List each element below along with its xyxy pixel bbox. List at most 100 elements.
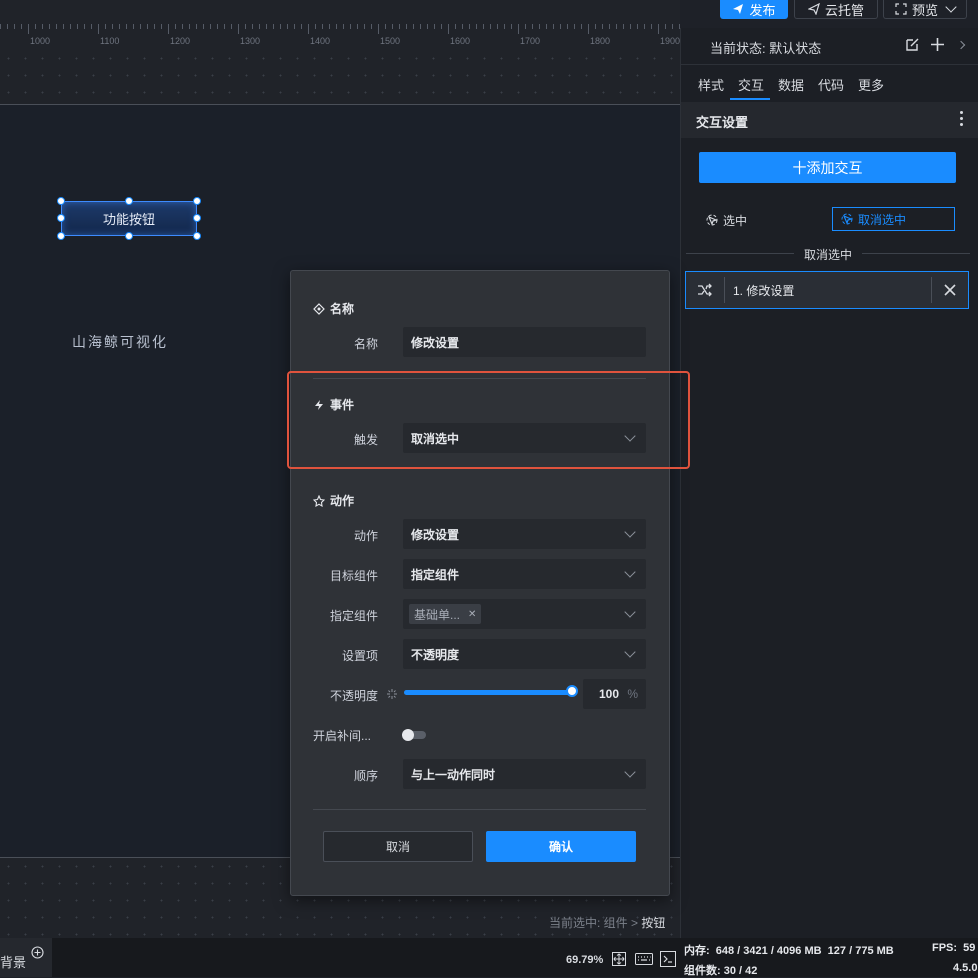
resize-handle[interactable] xyxy=(125,232,133,240)
ruler-tick xyxy=(112,24,113,29)
opacity-slider-thumb[interactable] xyxy=(566,685,578,697)
ruler-tick xyxy=(161,24,162,29)
keyboard-icon[interactable] xyxy=(635,953,653,965)
trigger-deselected-label: 取消选中 xyxy=(858,212,907,227)
ruler-tick xyxy=(28,24,29,34)
target-select[interactable]: 指定组件 xyxy=(403,559,646,589)
publish-button[interactable]: 发布 xyxy=(720,0,788,19)
opacity-number-value: 100 xyxy=(599,687,620,701)
ruler-tick xyxy=(147,24,148,29)
ruler-tick xyxy=(623,24,624,29)
terminal-icon[interactable] xyxy=(660,951,676,967)
ruler-tick xyxy=(427,24,428,29)
fit-screen-icon[interactable] xyxy=(611,951,627,967)
dialog-footer-divider xyxy=(313,809,646,810)
tab-3[interactable]: 代码 xyxy=(818,75,844,94)
item-separator xyxy=(724,277,725,303)
tab-1[interactable]: 交互 xyxy=(738,75,764,94)
confirm-button[interactable]: 确认 xyxy=(486,831,636,862)
preview-label: 预览 xyxy=(911,2,938,18)
setting-label: 设置项 xyxy=(341,649,378,663)
ruler-tick-label: 1600 xyxy=(450,36,471,46)
ruler-tick-label: 1400 xyxy=(310,36,331,46)
canvas-grid-top xyxy=(0,50,680,104)
resize-handle[interactable] xyxy=(57,197,65,205)
panel-divider xyxy=(680,64,978,65)
fps-info: FPS: 59 xyxy=(932,942,976,954)
close-icon[interactable] xyxy=(944,284,956,296)
ruler-tick xyxy=(140,24,141,29)
ruler-tick xyxy=(658,24,659,34)
trigger-deselected-option[interactable]: 取消选中 xyxy=(832,207,955,231)
ruler-tick xyxy=(448,24,449,34)
ruler-tick-label: 1900 xyxy=(660,36,681,46)
resize-handle[interactable] xyxy=(193,197,201,205)
preview-button[interactable]: 预览 xyxy=(883,0,967,19)
ruler-tick-label: 1800 xyxy=(590,36,611,46)
trigger-selected-option[interactable]: 选中 xyxy=(706,212,747,229)
ruler-tick xyxy=(525,24,526,29)
group-divider-right xyxy=(862,253,970,254)
fullscreen-icon xyxy=(895,3,907,15)
ruler-tick xyxy=(280,24,281,29)
ruler-tick xyxy=(63,24,64,29)
chevron-down-icon xyxy=(624,566,636,578)
opacity-slider-track[interactable] xyxy=(404,690,572,695)
ruler-tick xyxy=(343,24,344,29)
function-button-label: 功能按钮 xyxy=(102,212,155,227)
ruler-tick xyxy=(553,24,554,29)
more-vert-icon[interactable] xyxy=(960,111,964,126)
name-label: 名称 xyxy=(353,337,378,351)
resize-handle[interactable] xyxy=(57,232,65,240)
resize-handle[interactable] xyxy=(57,214,65,222)
opacity-number-input[interactable]: 100 % xyxy=(583,679,646,709)
setting-select[interactable]: 不透明度 xyxy=(403,639,646,669)
chevron-down-icon xyxy=(945,1,957,13)
cancel-button[interactable]: 取消 xyxy=(323,831,473,862)
specified-select[interactable]: 基础单... ✕ xyxy=(403,599,646,629)
interaction-item-label: 1. 修改设置 xyxy=(733,283,795,298)
chevron-down-icon xyxy=(624,766,636,778)
ruler-tick xyxy=(581,24,582,29)
interaction-item[interactable]: 1. 修改设置 xyxy=(685,271,969,309)
edit-icon[interactable] xyxy=(905,37,920,52)
cloud-hosting-button[interactable]: 云托管 xyxy=(794,0,878,19)
name-input[interactable]: 修改设置 xyxy=(403,327,646,357)
ruler-tick xyxy=(231,24,232,29)
add-interaction-button[interactable]: 十添加交互 xyxy=(699,152,956,183)
resize-handle[interactable] xyxy=(193,232,201,240)
target-label: 目标组件 xyxy=(329,569,378,583)
zoom-level[interactable]: 69.79% xyxy=(566,954,603,966)
ruler-tick xyxy=(399,24,400,29)
order-select[interactable]: 与上一动作同时 xyxy=(403,759,646,789)
ruler-tick-label: 1300 xyxy=(240,36,261,46)
group-title: 取消选中 xyxy=(804,248,853,262)
star-icon xyxy=(313,494,325,507)
ruler-tick xyxy=(385,24,386,29)
ruler-tick xyxy=(175,24,176,29)
tween-toggle[interactable] xyxy=(402,729,426,741)
function-button[interactable]: 功能按钮 xyxy=(61,201,197,236)
ruler-tick xyxy=(119,24,120,29)
tab-4[interactable]: 更多 xyxy=(858,75,884,94)
cursor-click-icon xyxy=(706,214,718,226)
add-icon[interactable] xyxy=(930,37,945,52)
tag-close-icon[interactable]: ✕ xyxy=(468,609,476,620)
ruler-tick xyxy=(315,24,316,29)
ruler-tick xyxy=(133,24,134,29)
ruler-tick xyxy=(210,24,211,29)
ruler-tick-label: 1000 xyxy=(30,36,51,46)
resize-handle[interactable] xyxy=(193,214,201,222)
tab-0[interactable]: 样式 xyxy=(698,75,724,94)
ruler-tick xyxy=(189,24,190,29)
opacity-unit: % xyxy=(627,687,638,701)
selection-path-current: 按钮 xyxy=(641,916,666,930)
action-select[interactable]: 修改设置 xyxy=(403,519,646,549)
add-circle-icon[interactable] xyxy=(31,946,44,959)
specified-tag[interactable]: 基础单... ✕ xyxy=(409,604,482,624)
ruler-tick xyxy=(406,24,407,29)
resize-handle[interactable] xyxy=(125,197,133,205)
ruler-tick xyxy=(455,24,456,29)
selection-path: 当前选中: 组件 > 按钮 xyxy=(549,914,665,931)
tab-2[interactable]: 数据 xyxy=(778,75,804,94)
